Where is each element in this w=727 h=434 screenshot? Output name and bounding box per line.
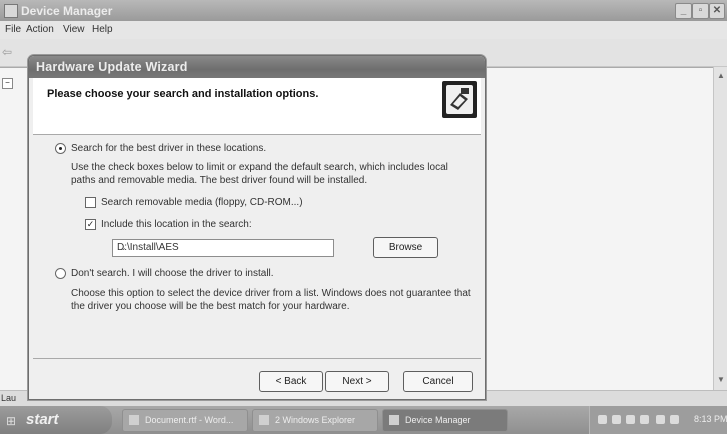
taskbar-item-device-manager[interactable]: Device Manager [382, 409, 508, 432]
minimize-button[interactable]: _ [675, 3, 692, 19]
device-manager-task-icon [389, 415, 399, 425]
volume-icon[interactable] [612, 415, 621, 424]
cancel-button[interactable]: Cancel [403, 371, 473, 392]
start-label: start [26, 411, 59, 428]
start-button[interactable]: ⊞ start [0, 406, 112, 434]
manual-description-line1: Choose this option to select the device … [71, 288, 471, 299]
wizard-separator [33, 358, 481, 359]
back-arrow-icon[interactable]: ⇦ [2, 45, 12, 59]
back-button[interactable]: < Back [259, 371, 323, 392]
menu-view[interactable]: View [63, 24, 85, 35]
dont-search-radio[interactable] [55, 268, 66, 279]
device-manager-icon [4, 4, 18, 18]
maximize-button[interactable]: ▫ [692, 3, 709, 19]
hardware-wizard-icon [442, 81, 477, 118]
clock[interactable]: 8:13 PM [694, 414, 727, 424]
status-text: Lau [1, 393, 17, 403]
connection-icon[interactable] [626, 415, 635, 424]
search-description-line1: Use the check boxes below to limit or ex… [71, 162, 448, 173]
browse-button[interactable]: Browse [373, 237, 438, 258]
word-document-icon [129, 415, 139, 425]
dont-search-label[interactable]: Don't search. I will choose the driver t… [71, 268, 274, 279]
search-location-combobox[interactable]: D:\Install\AES ⌄ [112, 239, 334, 257]
update-icon[interactable] [656, 415, 665, 424]
wizard-titlebar[interactable]: Hardware Update Wizard [29, 56, 485, 78]
folder-icon [259, 415, 269, 425]
device-manager-title: Device Manager [21, 4, 113, 18]
wizard-heading: Please choose your search and installati… [47, 88, 319, 100]
device-manager-titlebar[interactable]: Device Manager _ ▫ ✕ [0, 0, 727, 21]
menu-action[interactable]: Action [26, 24, 54, 35]
wizard-title: Hardware Update Wizard [36, 60, 188, 74]
removable-media-label[interactable]: Search removable media (floppy, CD-ROM..… [101, 197, 303, 208]
scroll-up-icon[interactable]: ▲ [717, 71, 725, 80]
collapse-node-icon[interactable]: − [2, 78, 13, 89]
system-tray: 8:13 PM [589, 406, 727, 434]
menu-bar: File Action View Help [0, 21, 727, 39]
windows-logo-icon: ⊞ [6, 414, 17, 428]
vertical-scrollbar[interactable]: ▲ ▼ [713, 67, 727, 390]
taskbar-item-word-label: Document.rtf - Word... [145, 415, 234, 425]
close-button[interactable]: ✕ [709, 3, 725, 19]
scroll-down-icon[interactable]: ▼ [717, 375, 725, 384]
manual-description-line2: the driver you choose will be the best m… [71, 301, 350, 312]
wizard-header: Please choose your search and installati… [33, 78, 481, 135]
search-description-line2: paths and removable media. The best driv… [71, 175, 368, 186]
language-icon[interactable] [670, 415, 679, 424]
chevron-down-icon[interactable]: ⌄ [117, 241, 130, 255]
hardware-update-wizard-dialog: Hardware Update Wizard Please choose you… [28, 55, 486, 400]
include-location-label[interactable]: Include this location in the search: [101, 219, 252, 230]
taskbar-item-device-manager-label: Device Manager [405, 415, 471, 425]
taskbar-item-explorer-label: 2 Windows Explorer [275, 415, 356, 425]
taskbar: ⊞ start Document.rtf - Word... 2 Windows… [0, 406, 727, 434]
security-icon[interactable] [640, 415, 649, 424]
network-icon[interactable] [598, 415, 607, 424]
menu-file[interactable]: File [5, 24, 21, 35]
taskbar-item-word[interactable]: Document.rtf - Word... [122, 409, 248, 432]
search-best-driver-radio[interactable] [55, 143, 66, 154]
taskbar-item-explorer[interactable]: 2 Windows Explorer [252, 409, 378, 432]
menu-help[interactable]: Help [92, 24, 113, 35]
removable-media-checkbox[interactable] [85, 197, 96, 208]
next-button[interactable]: Next > [325, 371, 389, 392]
include-location-checkbox[interactable]: ✓ [85, 219, 96, 230]
search-best-driver-label[interactable]: Search for the best driver in these loca… [71, 143, 266, 154]
